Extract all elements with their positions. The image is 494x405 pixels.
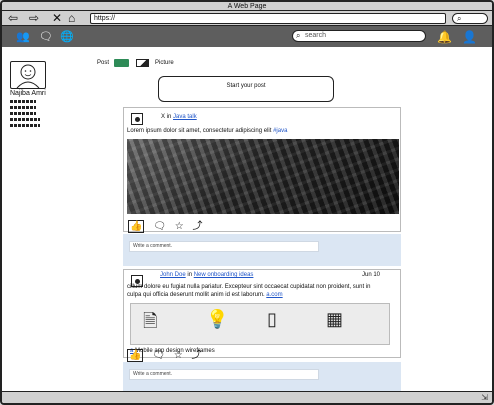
main-content: Najiba Amri Post Picture Start your post… xyxy=(2,49,492,391)
forward-arrow-icon[interactable]: ⇨ xyxy=(29,12,39,25)
url-field[interactable]: https:// xyxy=(90,13,446,24)
thumbs-up-icon[interactable]: 👍 xyxy=(128,220,145,233)
profile-name: Najiba Amri xyxy=(10,90,46,97)
post-meta: X in Java talk xyxy=(161,114,197,120)
group-link[interactable]: New onboarding ideas xyxy=(194,272,254,278)
home-icon[interactable]: ⌂ xyxy=(68,12,75,25)
back-arrow-icon[interactable]: ⇦ xyxy=(8,12,18,25)
search-icon: ⌕ xyxy=(296,31,301,40)
browser-statusbar: ⇲ xyxy=(2,391,492,403)
in-word: in xyxy=(187,272,193,278)
comment-input[interactable]: Write a comment. xyxy=(129,241,319,252)
group-avatar xyxy=(131,113,143,125)
resize-handle-icon[interactable]: ⇲ xyxy=(481,393,488,402)
post-body: cillum dolore eu fugiat nulla pariatur. … xyxy=(127,284,371,298)
post-body: Lorem ipsum dolor sit amet, consectetur … xyxy=(127,128,272,134)
comment-panel: Write a comment. xyxy=(123,234,401,266)
post-card: X in Java talk Lorem ipsum dolor sit ame… xyxy=(123,107,401,233)
document-icon: 🗎 xyxy=(143,311,158,331)
picture-label[interactable]: Picture xyxy=(155,60,174,66)
lightbulb-icon: 💡 xyxy=(206,309,229,329)
bell-icon[interactable]: 🔔 xyxy=(437,30,452,44)
post-text: cillum dolore eu fugiat nulla pariatur. … xyxy=(127,283,382,299)
chat-bubble-icon[interactable]: 🗨 xyxy=(39,30,53,43)
profile-scribble-line xyxy=(10,100,36,103)
post-actions: 👍 🗨 ☆ ⤴ xyxy=(128,217,208,233)
attachment-preview[interactable]: 🗎 💡 ▯ ▦ xyxy=(130,303,390,345)
text-link[interactable]: a.com xyxy=(266,292,282,298)
window-titlebar: A Web Page xyxy=(2,2,492,11)
post-image[interactable] xyxy=(127,139,399,214)
comment-panel: Write a comment. xyxy=(123,362,401,391)
comment-icon[interactable]: 🗨 xyxy=(153,221,166,232)
user-face-icon xyxy=(16,64,40,89)
tablet-icon: ▯ xyxy=(267,309,277,329)
people-icon[interactable]: 👥 xyxy=(16,30,30,43)
close-icon[interactable]: ✕ xyxy=(52,12,62,25)
site-search-placeholder: search xyxy=(305,32,327,39)
post-text: Lorem ipsum dolor sit amet, consectetur … xyxy=(127,128,287,134)
share-icon[interactable]: ⤴ xyxy=(192,217,202,232)
site-search-input[interactable]: ⌕ search xyxy=(292,30,426,42)
browser-toolbar: ⇦ ⇨ ✕ ⌂ https:// ⌕ xyxy=(2,11,492,26)
site-navbar: 👥 🗨 🌐 ⌕ search 🔔 👤 xyxy=(2,26,492,47)
start-post-button[interactable]: Start your post xyxy=(158,76,334,102)
hashtag-link[interactable]: #java xyxy=(273,128,287,134)
profile-scribble-line xyxy=(10,124,40,127)
browser-window: A Web Page ⇦ ⇨ ✕ ⌂ https:// ⌕ 👥 🗨 🌐 ⌕ se… xyxy=(0,0,494,405)
window-title: A Web Page xyxy=(227,3,267,10)
globe-icon[interactable]: 🌐 xyxy=(60,30,74,43)
post-icon[interactable] xyxy=(113,59,129,67)
comment-icon[interactable]: 🗨 xyxy=(152,350,165,361)
thumbs-up-icon[interactable]: 👍 xyxy=(127,349,144,362)
profile-scribble-line xyxy=(10,106,36,109)
qr-code-icon: ▦ xyxy=(326,309,344,329)
post-card: John Doe in New onboarding ideas Jun 10 … xyxy=(123,269,401,358)
post-meta: John Doe in New onboarding ideas xyxy=(160,272,253,278)
post-date: Jun 10 xyxy=(362,272,381,278)
profile-scribble-line xyxy=(10,118,40,121)
group-link[interactable]: Java talk xyxy=(173,114,197,120)
browser-search-field[interactable]: ⌕ xyxy=(452,13,488,24)
profile-scribble-line xyxy=(10,112,36,115)
profile-panel: Najiba Amri xyxy=(10,61,80,127)
group-prefix: X in xyxy=(161,114,172,120)
author-link[interactable]: John Doe xyxy=(160,272,186,278)
post-label: Post xyxy=(97,60,110,66)
search-icon: ⌕ xyxy=(457,14,462,23)
user-icon[interactable]: 👤 xyxy=(462,30,477,44)
star-icon[interactable]: ☆ xyxy=(175,221,184,232)
picture-icon[interactable] xyxy=(136,59,150,67)
star-icon[interactable]: ☆ xyxy=(174,350,183,361)
composer-options: Post Picture xyxy=(97,59,174,67)
comment-input[interactable]: Write a comment. xyxy=(129,369,319,380)
avatar[interactable] xyxy=(10,61,46,89)
post-actions: 👍 🗨 ☆ ⤴ xyxy=(127,346,207,362)
share-icon[interactable]: ⤴ xyxy=(191,346,201,361)
